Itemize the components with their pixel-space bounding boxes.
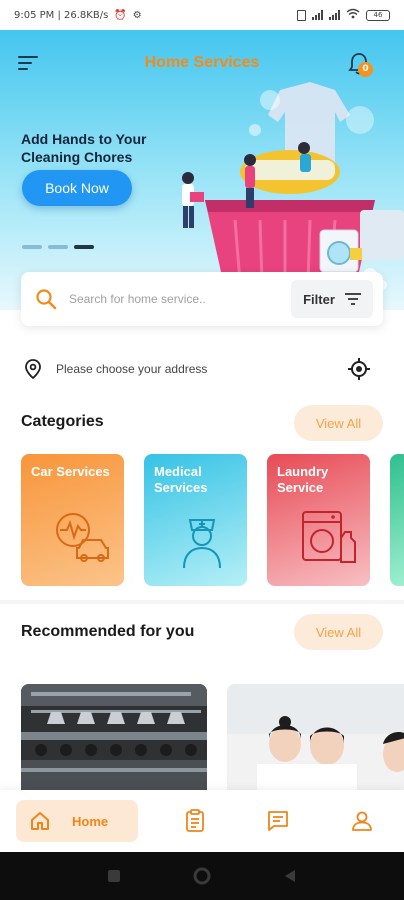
status-time: 9:05 PM | 26.8KB/s (14, 9, 109, 21)
signal-icon (312, 10, 323, 20)
chat-icon[interactable] (266, 809, 290, 833)
carousel-dot-active[interactable] (74, 245, 94, 249)
recommended-card-students[interactable] (227, 684, 404, 790)
bookings-icon[interactable] (183, 809, 207, 833)
status-bar: 9:05 PM | 26.8KB/s ⏰ ⚙ 46 (0, 0, 404, 30)
washing-machine-icon (302, 511, 356, 563)
home-icon (31, 812, 49, 830)
search-card: Filter (21, 272, 383, 326)
gps-locate-icon[interactable] (347, 357, 371, 381)
recommended-list[interactable] (21, 684, 404, 790)
wifi-icon (346, 8, 360, 22)
address-text: Please choose your address (56, 362, 208, 376)
recommended-title: Recommended for you (21, 623, 195, 640)
settings-icon: ⚙ (132, 9, 142, 21)
kitchen-photo (21, 684, 207, 790)
recommended-view-all-button[interactable]: View All (294, 614, 383, 650)
car-service-icon (56, 513, 109, 562)
sim-icon (297, 9, 306, 21)
nav-home-tab[interactable]: Home (16, 800, 138, 842)
nav-home-label: Home (72, 813, 109, 829)
address-selector[interactable]: Please choose your address (22, 354, 382, 384)
recommended-card-kitchen[interactable] (21, 684, 207, 790)
home-button-icon[interactable] (193, 867, 211, 885)
category-label: Laundry Service (277, 464, 329, 495)
categories-title: Categories (21, 413, 104, 430)
category-laundry-service[interactable]: Laundry Service (267, 454, 370, 586)
carousel-dot[interactable] (22, 245, 42, 249)
students-photo (227, 684, 404, 790)
battery-icon: 46 (366, 9, 390, 21)
category-car-services[interactable]: Car Services (21, 454, 124, 586)
category-card-partial[interactable] (390, 454, 404, 586)
book-now-button[interactable]: Book Now (22, 170, 132, 206)
search-input[interactable] (69, 286, 279, 312)
filter-icon (344, 293, 361, 305)
carousel-dot[interactable] (48, 245, 68, 249)
laundry-basket-illustration (182, 82, 404, 291)
categories-list[interactable]: Car Services Medical Services Laundry Se… (21, 454, 404, 588)
recents-button-icon[interactable] (107, 869, 121, 883)
category-label: Medical Services (154, 464, 208, 495)
signal-icon-2 (329, 10, 340, 20)
section-divider (0, 600, 404, 604)
back-button-icon[interactable] (283, 869, 297, 883)
bottom-navigation: Home (0, 790, 404, 852)
location-pin-icon (25, 359, 41, 380)
hero-banner[interactable]: Home Services 0 Add Hands to Your Cleani… (0, 30, 404, 310)
categories-view-all-button[interactable]: View All (294, 405, 383, 441)
search-icon[interactable] (35, 288, 57, 310)
carousel-indicator[interactable] (22, 245, 94, 249)
filter-button[interactable]: Filter (291, 280, 373, 318)
alarm-icon: ⏰ (114, 9, 127, 21)
filter-label: Filter (303, 291, 335, 307)
profile-icon[interactable] (350, 809, 374, 833)
system-navigation-bar (0, 852, 404, 900)
category-label: Car Services (31, 464, 110, 479)
category-medical-services[interactable]: Medical Services (144, 454, 247, 586)
nurse-icon (183, 519, 221, 569)
